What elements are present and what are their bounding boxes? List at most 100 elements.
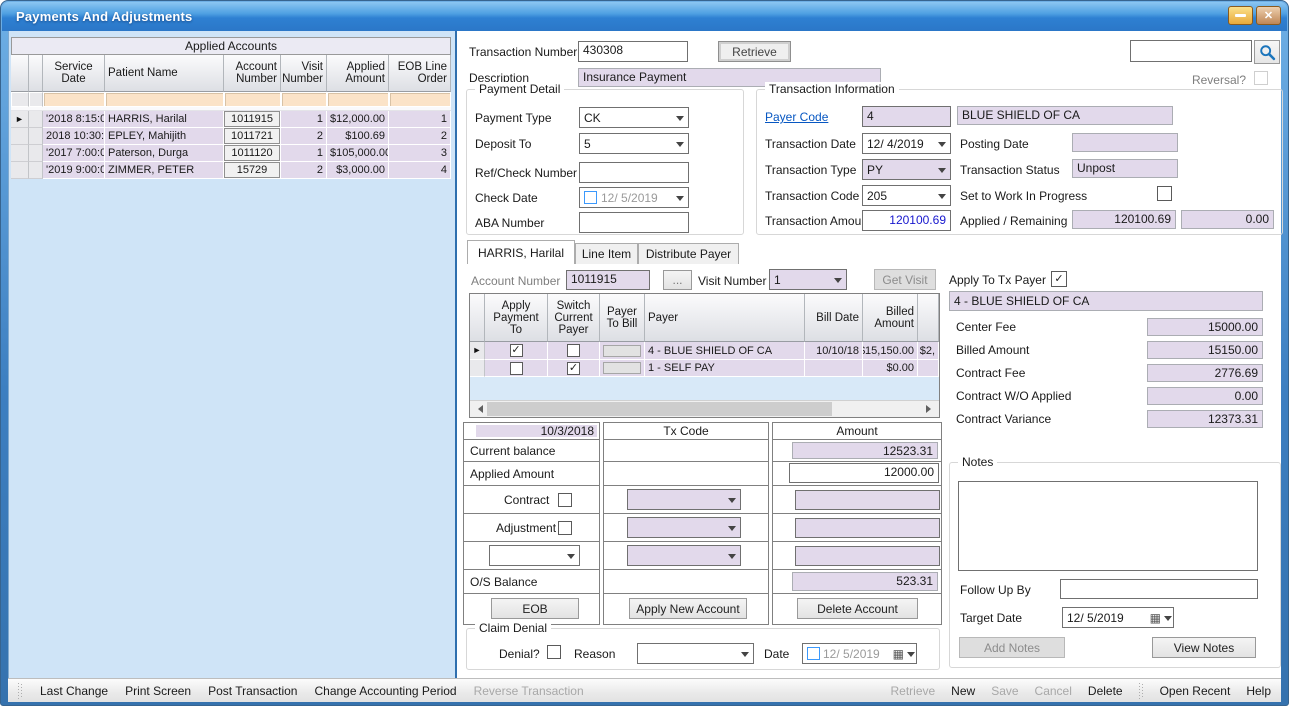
cell-visit-number[interactable]: 1 — [281, 111, 327, 128]
payer-row-selector[interactable] — [470, 360, 485, 377]
row-selector[interactable] — [11, 128, 29, 145]
cell-account-number[interactable]: 1011915 — [224, 111, 281, 128]
cell-service-date[interactable]: '2018 8:15:0 — [43, 111, 105, 128]
col-visit-number[interactable]: Visit Number — [281, 55, 327, 92]
set-wip-checkbox[interactable] — [1157, 186, 1172, 201]
cell-patient-name[interactable]: HARRIS, Harilal — [105, 111, 224, 128]
cell-applied-amount[interactable]: $100.69 — [327, 128, 389, 145]
delete-button[interactable]: Delete — [1088, 684, 1123, 698]
payer-grid[interactable]: Apply Payment To Switch Current Payer Pa… — [469, 293, 940, 418]
reversal-checkbox[interactable] — [1254, 71, 1268, 85]
scrollbar-thumb[interactable] — [487, 402, 832, 416]
adjustment-txcode-select[interactable] — [627, 517, 741, 538]
applied-accounts-grid[interactable]: Service Date Patient Name Account Number… — [11, 55, 451, 179]
apply-payment-checkbox[interactable] — [510, 344, 523, 357]
reverse-transaction-button[interactable]: Reverse Transaction — [474, 684, 584, 698]
post-transaction-button[interactable]: Post Transaction — [208, 684, 297, 698]
tab-line-item[interactable]: Line Item — [575, 243, 638, 264]
view-notes-button[interactable]: View Notes — [1152, 637, 1256, 658]
delete-account-button[interactable]: Delete Account — [797, 598, 918, 619]
denial-date-checkbox[interactable] — [807, 647, 820, 660]
cell-visit-number[interactable]: 2 — [281, 162, 327, 179]
aba-number-field[interactable] — [579, 212, 689, 233]
target-date-picker[interactable]: 12/ 5/2019 ▦ — [1062, 607, 1174, 628]
col-bill-date[interactable]: Bill Date — [805, 294, 863, 342]
cell-applied-amount[interactable]: $3,000.00 — [327, 162, 389, 179]
filter-applied-amount[interactable] — [327, 92, 389, 107]
follow-up-by-input[interactable] — [1060, 579, 1258, 599]
row-selector[interactable] — [11, 145, 29, 162]
print-screen-button[interactable]: Print Screen — [125, 684, 191, 698]
payment-type-select[interactable]: CK — [579, 107, 689, 128]
save-button[interactable]: Save — [991, 684, 1018, 698]
minimize-icon[interactable] — [1228, 6, 1253, 25]
filter-service-date[interactable] — [43, 92, 105, 107]
check-date-checkbox[interactable] — [584, 191, 597, 204]
col-switch-current-payer[interactable]: Switch Current Payer — [548, 294, 600, 342]
new-button[interactable]: New — [951, 684, 975, 698]
contract-checkbox[interactable] — [558, 493, 572, 507]
row-selector[interactable]: ► — [11, 111, 29, 128]
tab-distribute-payer[interactable]: Distribute Payer — [638, 243, 739, 264]
account-browse-button[interactable]: ... — [663, 270, 692, 290]
transaction-type-select[interactable]: PY — [862, 159, 951, 180]
deposit-to-select[interactable]: 5 — [579, 133, 689, 154]
switch-payer-checkbox[interactable] — [567, 362, 580, 375]
cancel-button[interactable]: Cancel — [1035, 684, 1072, 698]
col-billed-amount[interactable]: Billed Amount — [863, 294, 918, 342]
cell-eob-line-order[interactable]: 1 — [389, 111, 451, 128]
change-accounting-period-button[interactable]: Change Accounting Period — [314, 684, 456, 698]
scroll-right-icon[interactable] — [922, 401, 939, 417]
extra-txcode-select[interactable] — [627, 545, 741, 566]
cell-patient-name[interactable]: ZIMMER, PETER — [105, 162, 224, 179]
cell-applied-amount[interactable]: $105,000.00 — [327, 145, 389, 162]
contract-txcode-select[interactable] — [627, 489, 741, 510]
col-applied-amount[interactable]: Applied Amount — [327, 55, 389, 92]
denial-checkbox[interactable] — [547, 645, 561, 659]
cell-account-number[interactable]: 15729 — [224, 162, 281, 179]
billed-amount-cell[interactable]: $15,150.00 — [863, 342, 918, 360]
col-account-number[interactable]: Account Number — [224, 55, 281, 92]
bill-date-cell[interactable] — [805, 360, 863, 377]
apply-payment-checkbox-cell[interactable] — [485, 360, 548, 377]
last-change-button[interactable]: Last Change — [40, 684, 108, 698]
cell-eob-line-order[interactable]: 2 — [389, 128, 451, 145]
cell-patient-name[interactable]: EPLEY, Mahijith — [105, 128, 224, 145]
check-date-picker[interactable]: 12/ 5/2019 — [579, 187, 689, 208]
retrieve-status-button[interactable]: Retrieve — [890, 684, 935, 698]
switch-payer-checkbox[interactable] — [567, 344, 580, 357]
extra-type-select[interactable] — [489, 545, 580, 566]
titlebar[interactable]: Payments And Adjustments — [2, 2, 1287, 31]
get-visit-button[interactable]: Get Visit — [874, 269, 936, 290]
payer-grid-hscrollbar[interactable] — [470, 400, 939, 417]
cell-applied-amount[interactable]: $12,000.00 — [327, 111, 389, 128]
filter-eob-line-order[interactable] — [389, 92, 451, 107]
switch-payer-checkbox-cell[interactable] — [548, 342, 600, 360]
cell-account-number[interactable]: 1011120 — [224, 145, 281, 162]
transaction-number-field[interactable]: 430308 — [578, 41, 688, 62]
applied-amount-field[interactable]: 12000.00 — [789, 463, 939, 483]
contract-amount-field[interactable] — [795, 490, 940, 510]
visit-number-select[interactable]: 1 — [769, 269, 847, 290]
transaction-amount-field[interactable]: 120100.69 — [862, 210, 951, 231]
cell-patient-name[interactable]: Paterson, Durga — [105, 145, 224, 162]
col-payer-to-bill[interactable]: Payer To Bill — [600, 294, 645, 342]
apply-payment-checkbox-cell[interactable] — [485, 342, 548, 360]
row-selector[interactable] — [11, 162, 29, 179]
eob-button[interactable]: EOB — [491, 598, 579, 619]
extra-amount-field[interactable] — [795, 546, 940, 566]
search-button[interactable] — [1254, 40, 1280, 64]
notes-textarea[interactable] — [958, 481, 1258, 571]
adjustment-amount-field[interactable] — [795, 518, 940, 538]
payer-code-field[interactable]: 4 — [862, 106, 951, 127]
billed-amount-cell[interactable]: $0.00 — [863, 360, 918, 377]
open-recent-button[interactable]: Open Recent — [1160, 684, 1231, 698]
apply-payment-checkbox[interactable] — [510, 362, 523, 375]
col-apply-payment-to[interactable]: Apply Payment To — [485, 294, 548, 342]
col-eob-line-order[interactable]: EOB Line Order — [389, 55, 451, 92]
scroll-left-icon[interactable] — [470, 401, 487, 417]
payer-row-selector[interactable]: ► — [470, 342, 485, 360]
cell-visit-number[interactable]: 1 — [281, 145, 327, 162]
payer-code-link[interactable]: Payer Code — [765, 110, 828, 124]
add-notes-button[interactable]: Add Notes — [959, 637, 1065, 658]
